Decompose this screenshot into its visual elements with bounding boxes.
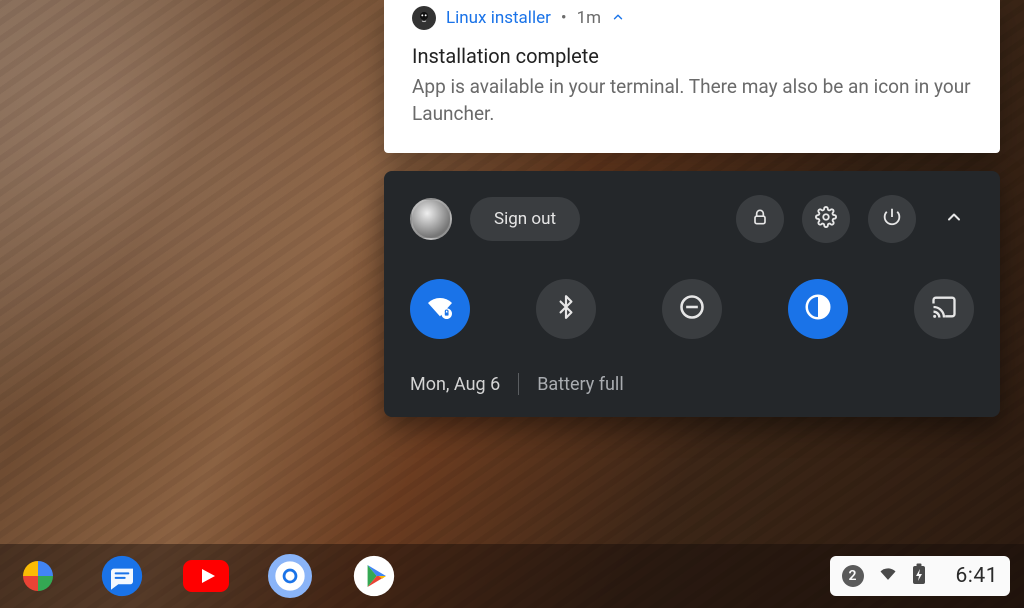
settings-button[interactable] — [802, 195, 850, 243]
notification-separator: • — [561, 8, 567, 28]
quick-settings-footer: Mon, Aug 6 Battery full — [410, 373, 974, 395]
date-label: Mon, Aug 6 — [410, 374, 500, 395]
wifi-icon — [424, 291, 456, 327]
chevron-up-icon[interactable] — [611, 9, 625, 28]
clock: 6:41 — [956, 564, 999, 588]
messages-icon — [100, 554, 144, 598]
app-play-store[interactable] — [350, 552, 398, 600]
collapse-button[interactable] — [934, 199, 974, 239]
status-area[interactable]: 2 6:41 — [830, 556, 1011, 596]
cast-icon — [930, 293, 958, 325]
sign-out-label: Sign out — [494, 209, 556, 229]
gear-icon — [815, 206, 837, 232]
play-store-icon — [352, 554, 396, 598]
app-youtube[interactable] — [182, 552, 230, 600]
lock-button[interactable] — [736, 195, 784, 243]
notification-count: 2 — [849, 568, 857, 584]
wifi-icon — [878, 564, 898, 589]
system-tray-popup: Linux installer • 1m Installation comple… — [384, 0, 1000, 417]
wifi-toggle[interactable] — [410, 279, 470, 339]
do-not-disturb-icon — [678, 293, 706, 325]
power-button[interactable] — [868, 195, 916, 243]
footer-divider — [518, 373, 519, 395]
bluetooth-toggle[interactable] — [536, 279, 596, 339]
app-chromium[interactable] — [266, 552, 314, 600]
shelf: 2 6:41 — [0, 544, 1024, 608]
notification-header: Linux installer • 1m — [412, 6, 972, 30]
do-not-disturb-toggle[interactable] — [662, 279, 722, 339]
youtube-icon — [182, 558, 230, 594]
bluetooth-icon — [553, 294, 579, 324]
battery-charging-icon — [912, 563, 926, 590]
quick-settings-panel: Sign out — [384, 171, 1000, 417]
chevron-up-icon — [944, 207, 964, 231]
app-google-photos[interactable] — [14, 552, 62, 600]
notification-app-name[interactable]: Linux installer — [446, 8, 551, 28]
google-photos-icon — [18, 556, 58, 596]
notification-count-badge: 2 — [842, 565, 864, 587]
quick-settings-toggles — [410, 279, 974, 339]
penguin-icon — [412, 6, 436, 30]
notification-title: Installation complete — [412, 44, 972, 68]
shelf-apps — [14, 552, 398, 600]
notification-body: App is available in your terminal. There… — [412, 74, 972, 127]
battery-status-label: Battery full — [537, 374, 624, 395]
avatar[interactable] — [410, 198, 452, 240]
night-light-toggle[interactable] — [788, 279, 848, 339]
chromium-icon — [268, 554, 312, 598]
cast-toggle[interactable] — [914, 279, 974, 339]
notification-card[interactable]: Linux installer • 1m Installation comple… — [384, 0, 1000, 153]
lock-icon — [750, 207, 770, 231]
notification-time: 1m — [577, 8, 601, 28]
power-icon — [881, 206, 903, 232]
quick-settings-top-row: Sign out — [410, 195, 974, 243]
app-messages[interactable] — [98, 552, 146, 600]
sign-out-button[interactable]: Sign out — [470, 197, 580, 241]
night-light-icon — [803, 292, 833, 326]
